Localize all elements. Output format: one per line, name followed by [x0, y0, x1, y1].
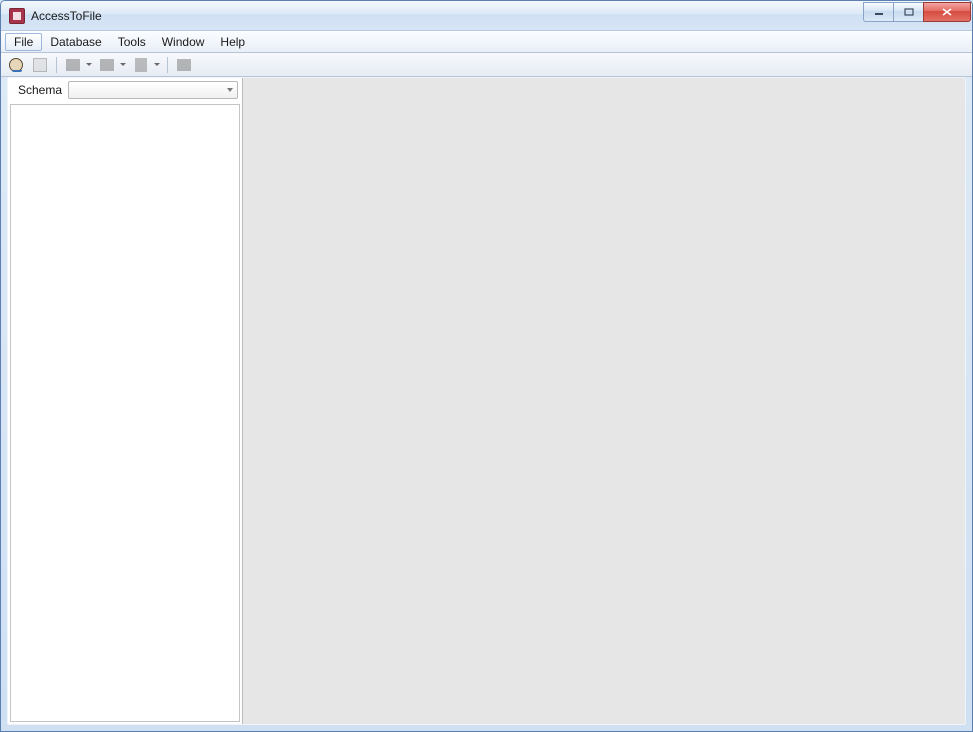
menu-help[interactable]: Help [212, 32, 253, 52]
toolbar-connect-button[interactable] [5, 55, 27, 75]
sidebar-panel: Schema [8, 78, 243, 724]
menu-window[interactable]: Window [154, 32, 213, 52]
window-title: AccessToFile [31, 9, 102, 23]
toolbar-sql-button[interactable] [130, 55, 152, 75]
schema-row: Schema [8, 78, 242, 102]
minimize-icon [874, 8, 884, 16]
title-bar[interactable]: AccessToFile [1, 1, 972, 31]
user-icon [9, 58, 23, 72]
toolbar-stop-button[interactable] [173, 55, 195, 75]
maximize-button[interactable] [893, 2, 923, 22]
toolbar-export-query-split [96, 55, 128, 75]
menu-file[interactable]: File [5, 33, 42, 51]
export-query-icon [100, 59, 114, 71]
menu-database[interactable]: Database [42, 32, 109, 52]
window-controls [863, 2, 971, 22]
sql-icon [135, 58, 147, 72]
toolbar-separator [56, 57, 57, 73]
toolbar-export-table-button[interactable] [62, 55, 84, 75]
menu-bar: File Database Tools Window Help [1, 31, 972, 53]
stop-icon [177, 59, 191, 71]
toolbar-export-query-button[interactable] [96, 55, 118, 75]
wizard-icon [33, 58, 47, 72]
toolbar-export-query-dropdown[interactable] [118, 55, 128, 75]
toolbar [1, 53, 972, 77]
maximize-icon [904, 8, 914, 16]
schema-label: Schema [12, 83, 62, 97]
object-tree[interactable] [10, 104, 240, 722]
toolbar-export-table-dropdown[interactable] [84, 55, 94, 75]
menu-tools[interactable]: Tools [110, 32, 154, 52]
app-icon [9, 8, 25, 24]
window-frame: AccessToFile File Database Tools Window … [0, 0, 973, 732]
export-table-icon [66, 59, 80, 71]
toolbar-separator [167, 57, 168, 73]
toolbar-sql-dropdown[interactable] [152, 55, 162, 75]
schema-combobox[interactable] [68, 81, 238, 99]
close-button[interactable] [923, 2, 971, 22]
toolbar-sql-split [130, 55, 162, 75]
mdi-area [243, 78, 965, 724]
client-area: Schema [7, 77, 966, 725]
toolbar-wizard-button[interactable] [29, 55, 51, 75]
close-icon [941, 7, 953, 17]
toolbar-export-table-split [62, 55, 94, 75]
minimize-button[interactable] [863, 2, 893, 22]
